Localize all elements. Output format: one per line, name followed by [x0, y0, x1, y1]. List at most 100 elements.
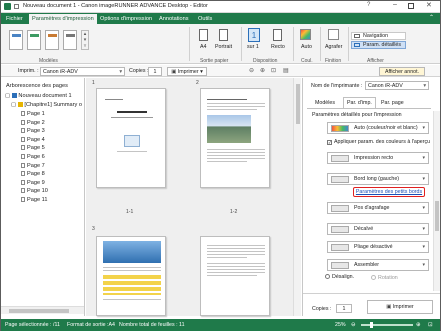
desalign-option[interactable]: Désalign. [325, 274, 354, 280]
fit-page-icon[interactable]: ⊡ [271, 67, 276, 74]
fold-select[interactable]: Pliage désactivé ▾ [327, 241, 429, 253]
ribbon-collapse-icon[interactable]: ⌃ [429, 14, 434, 21]
tree-root[interactable]: ▢ Nouveau document 1 [5, 93, 72, 100]
tab-par-imp[interactable]: Par. d'imp. [343, 97, 376, 108]
app-window: Nouveau document 1 - Canon imageRUNNER A… [0, 0, 441, 331]
tab-fichier[interactable]: Fichier [3, 14, 26, 24]
preview-page-2[interactable] [200, 88, 270, 188]
print-button[interactable]: ▣ Imprimer ▾ [167, 67, 207, 76]
zoom-in-icon[interactable]: ⊕ [260, 67, 265, 74]
tree-page-item[interactable]: Page 1 [21, 111, 45, 118]
zoom-slider[interactable] [361, 324, 413, 326]
binding-edge-select[interactable]: Bord long (gauche) ▾ [327, 173, 429, 185]
show-annotations-button[interactable]: Afficher annot. [379, 67, 425, 76]
tab-options-impression[interactable]: Options d'impression [97, 14, 155, 24]
print-side-select[interactable]: Impression recto ▾ [327, 152, 429, 164]
paper-size-icon[interactable] [199, 29, 208, 41]
copies-input[interactable]: 1 [148, 67, 162, 76]
offset-select[interactable]: Décalvé ▾ [327, 223, 429, 235]
paper-size-label[interactable]: A4 [200, 44, 206, 50]
duplex-label[interactable]: Recto [271, 44, 285, 50]
binding-edge-icon [331, 176, 349, 183]
status-total-sheets: Nombre total de feuilles : 11 [119, 322, 185, 328]
tree-scrollbar[interactable] [1, 306, 84, 314]
small-margins-button[interactable]: Paramètres des petits bords [353, 187, 425, 197]
zoom-slider-thumb[interactable] [370, 322, 373, 328]
tree-page-label: Page 3 [27, 128, 45, 135]
qa-save-icon[interactable] [14, 4, 19, 9]
tab-outils[interactable]: Outils [195, 14, 215, 24]
preview-mode-icon[interactable]: ▤ [283, 67, 289, 74]
tree-page-item[interactable]: Page 3 [21, 128, 45, 135]
preview-page-3[interactable] [96, 236, 166, 316]
ocean-image [103, 241, 161, 263]
print-button-bottom[interactable]: ▣ Imprimer [367, 300, 433, 314]
preview-page-4[interactable] [200, 236, 270, 316]
staple-label[interactable]: Agrafer [325, 44, 342, 50]
chevron-down-icon: ▾ [423, 83, 426, 89]
color-mode-label[interactable]: Auto [301, 44, 312, 50]
orientation-icon[interactable] [219, 29, 228, 41]
color-mode-icon[interactable] [300, 29, 311, 40]
tree-chapter[interactable]: ▢ [Chapitre1] Summary o [11, 102, 82, 109]
tab-parametres-impression[interactable]: Paramètres d'impression [29, 14, 97, 24]
page-icon [21, 128, 25, 134]
tab-modeles[interactable]: Modèles [315, 100, 335, 106]
tree-page-item[interactable]: Page 2 [21, 119, 45, 127]
template-thumb-3[interactable] [45, 30, 59, 50]
template-thumb-4[interactable] [63, 30, 77, 50]
fit-window-icon[interactable]: ⊡ [428, 319, 432, 331]
navigation-toggle[interactable]: Navigation [351, 32, 406, 40]
printer-select[interactable]: Canon iR-ADV ▾ [40, 67, 125, 76]
tree-page-item[interactable]: Page 8 [21, 171, 45, 178]
template-thumb-1[interactable] [9, 30, 23, 50]
page-icon [21, 136, 25, 142]
collapse-icon[interactable]: ▢ [11, 102, 16, 108]
chevron-down-icon: ▾ [422, 244, 425, 250]
chapter-icon [17, 102, 23, 107]
duplex-icon[interactable] [273, 29, 282, 41]
apply-color-checkbox[interactable]: ✓ Appliquer param. des couleurs à l'aperç… [327, 139, 430, 145]
n-up-label[interactable]: sur 1 [247, 44, 259, 50]
printer-name-select[interactable]: Canon iR-ADV ▾ [365, 81, 429, 90]
gallery-scroll-icon[interactable]: ▴ ▾ ▿ [81, 30, 89, 50]
table-image [103, 275, 161, 295]
template-gallery[interactable]: ▴ ▾ ▿ [7, 28, 91, 56]
zoom-in-icon[interactable]: ⊕ [416, 319, 420, 331]
detailed-settings-toggle[interactable]: Param. détaillés [351, 41, 406, 49]
zoom-out-icon[interactable]: ⊖ [351, 319, 355, 331]
color-mode-select[interactable]: Auto (couleur/noir et blanc) ▾ [327, 122, 429, 134]
close-button[interactable]: ✕ [426, 1, 432, 9]
page-icon [21, 154, 25, 159]
staple-position-select[interactable]: Pos d'agrafage ▾ [327, 202, 429, 214]
tree-page-item[interactable]: Page 7 [21, 162, 45, 170]
tree-page-item[interactable]: Page 4 [21, 136, 45, 144]
tree-page-item[interactable]: Page 10 [21, 188, 48, 195]
tab-annotations[interactable]: Annotations [156, 14, 192, 24]
copies-input-bottom[interactable]: 1 [336, 304, 352, 313]
tree-page-item[interactable]: Page 9 [21, 179, 45, 187]
collapse-icon[interactable]: ▢ [5, 93, 10, 99]
preview-page-1[interactable] [96, 88, 166, 188]
rotation-option[interactable]: Rotation [371, 275, 398, 281]
tree-page-label: Page 10 [27, 188, 48, 195]
tree-page-item[interactable]: Page 6 [21, 154, 45, 161]
collate-select[interactable]: Assembler ▾ [327, 259, 429, 271]
template-thumb-2[interactable] [27, 30, 41, 50]
page-icon [21, 111, 25, 116]
tree-page-label: Page 6 [27, 154, 45, 160]
group-label-coul: Coul. [301, 58, 313, 64]
help-icon[interactable]: ? [367, 2, 370, 8]
tree-header: Arborescence des pages [6, 83, 68, 89]
tree-page-item[interactable]: Page 11 [21, 197, 47, 204]
staple-icon[interactable] [328, 29, 339, 40]
tree-page-item[interactable]: Page 5 [21, 145, 45, 152]
preview-scrollbar[interactable] [293, 78, 301, 316]
minimize-button[interactable]: – [393, 1, 397, 8]
zoom-out-icon[interactable]: ⊖ [249, 67, 254, 74]
settings-scrollbar[interactable] [433, 111, 440, 291]
orientation-label[interactable]: Portrait [215, 44, 232, 50]
n-up-icon[interactable]: 1 [248, 28, 260, 42]
maximize-button[interactable] [408, 3, 414, 9]
tab-par-page[interactable]: Par. page [381, 100, 404, 106]
